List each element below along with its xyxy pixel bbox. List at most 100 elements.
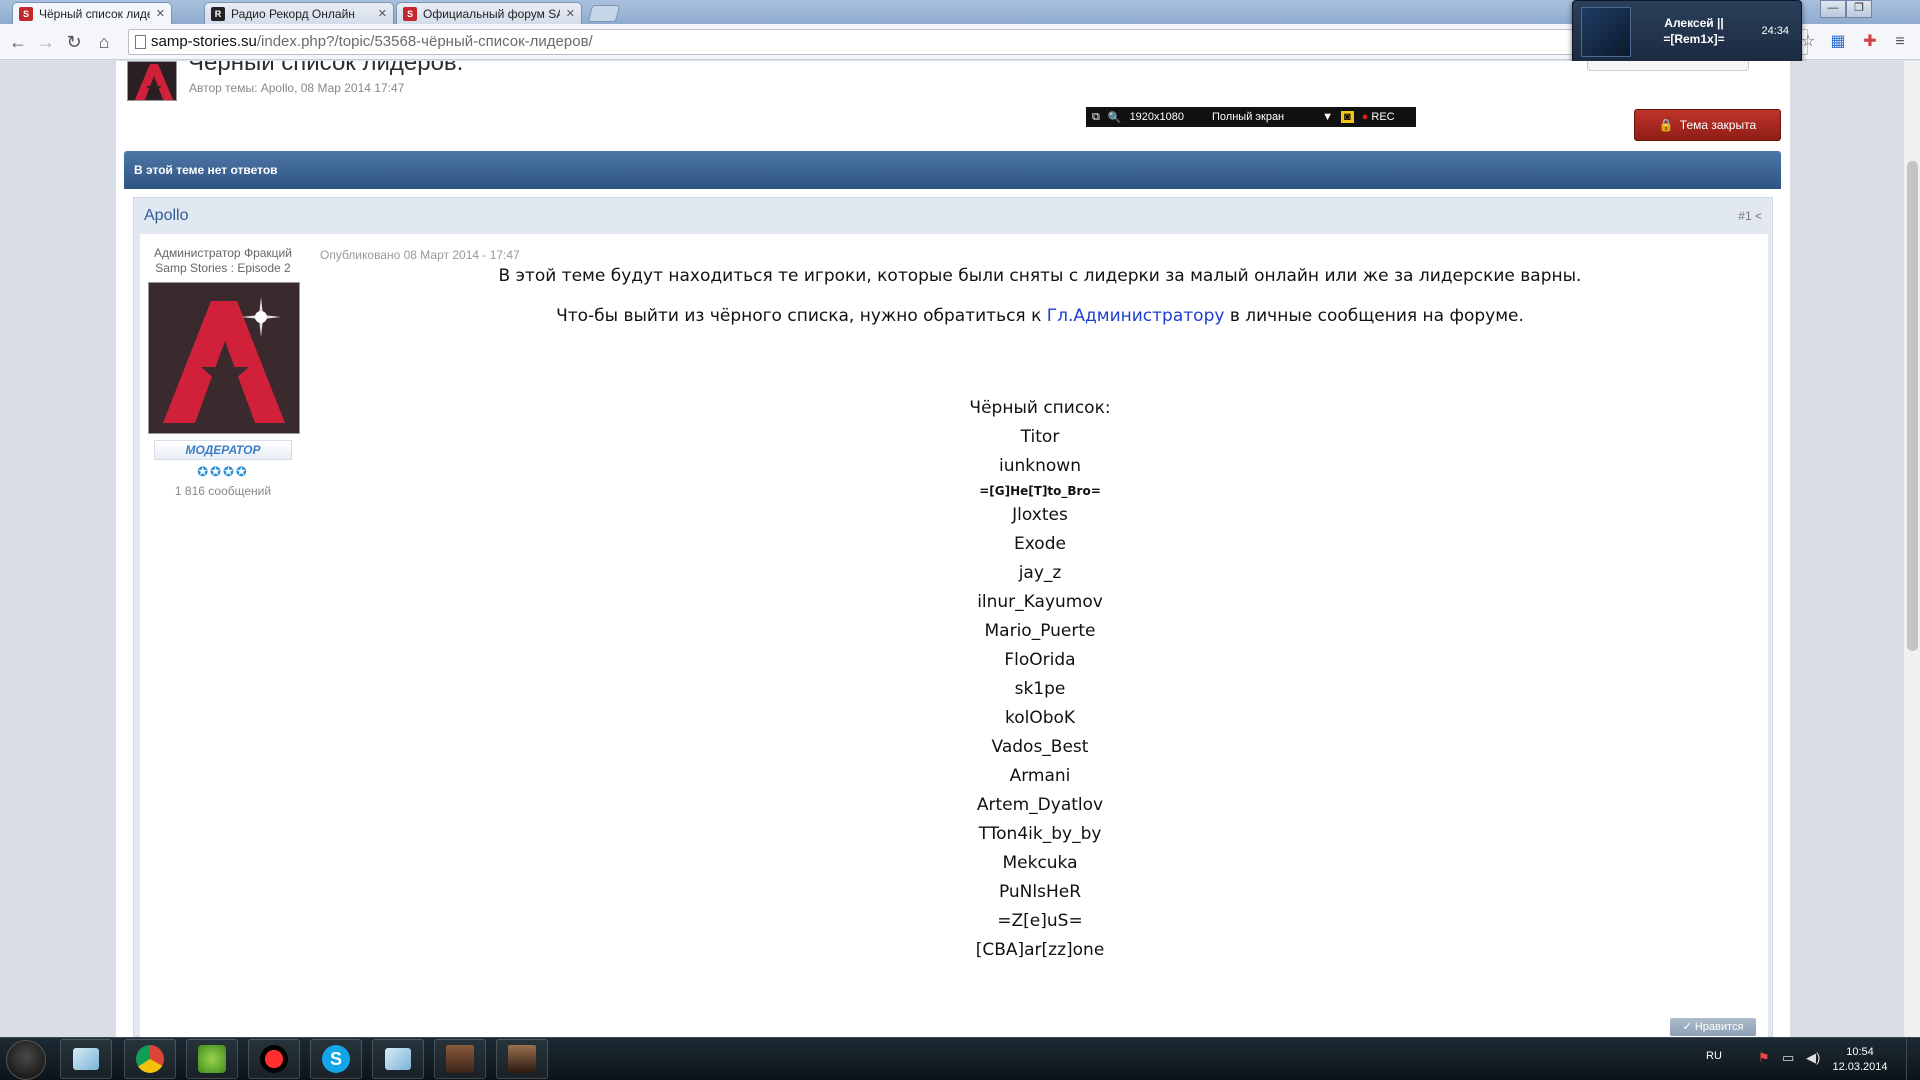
rank-stars-icon: ✪✪✪✪ [197, 464, 249, 479]
follow-button[interactable] [1587, 61, 1749, 71]
taskbar-app-recorder[interactable] [248, 1039, 300, 1079]
taskbar-app-folder[interactable] [372, 1039, 424, 1079]
post-header: Apollo #1 < [134, 198, 1774, 234]
author-info-column: Администратор Фракций Samp Stories : Epi… [148, 246, 300, 498]
language-indicator[interactable]: RU [1706, 1050, 1722, 1062]
messenger-icon [198, 1045, 226, 1073]
blacklist-item: kolOboK [1004, 708, 1076, 728]
blacklist-item: Armani [1009, 766, 1071, 786]
system-clock[interactable]: 10:54 12.03.2014 [1830, 1045, 1890, 1075]
blacklist-item: Jloxtes [1012, 505, 1068, 525]
extension-icon[interactable]: ✚ [1860, 32, 1880, 52]
forward-arrow-icon[interactable]: → [34, 30, 58, 54]
window-icon[interactable]: ⧉ [1092, 111, 1100, 124]
blacklist-item: Exode [1014, 534, 1066, 554]
forum-post: Apollo #1 < Администратор Фракций Samp S… [133, 197, 1773, 1037]
scrollbar-thumb[interactable] [1907, 161, 1918, 651]
like-button[interactable]: ✓ Нравится [1670, 1018, 1756, 1036]
start-button[interactable] [6, 1040, 46, 1080]
page-scrollbar[interactable] [1903, 61, 1920, 1037]
chevron-down-icon[interactable]: ▼ [1322, 111, 1333, 123]
samp-stories-favicon-icon: S [19, 6, 33, 21]
tab-label: Радио Рекорд Онлайн [231, 6, 355, 21]
taskbar-app-skype[interactable]: S [310, 1039, 362, 1079]
share-icon[interactable]: < [1755, 209, 1762, 223]
reload-icon[interactable]: ↻ [62, 30, 86, 54]
address-bar[interactable]: samp-stories.su/index.php?/topic/53568-ч… [128, 29, 1808, 55]
record-label: REC [1371, 111, 1395, 123]
close-tab-icon[interactable]: ✕ [566, 7, 575, 20]
maximize-button[interactable]: ❐ [1846, 0, 1872, 18]
volume-icon[interactable]: ◀) [1806, 1050, 1820, 1066]
author-avatar[interactable] [148, 282, 300, 434]
zoom-icon[interactable]: 🔍 [1108, 111, 1122, 124]
blacklist: Titor iunknown =[G]He[T]to_Bro= Jloxtes … [320, 423, 1760, 965]
taskbar-app-gta[interactable] [434, 1039, 486, 1079]
record-button[interactable]: ● REC [1362, 111, 1395, 123]
blacklist-heading: Чёрный список: [969, 398, 1111, 418]
blacklist-item: Vados_Best [991, 737, 1089, 757]
topic-author-avatar[interactable] [127, 61, 177, 101]
post-text-segment: Что-бы выйти из чёрного списка, нужно об… [556, 306, 1047, 326]
blacklist-item: =[G]He[T]to_Bro= [979, 484, 1101, 498]
topic-locked-label: Тема закрыта [1679, 118, 1757, 132]
minimize-button[interactable]: — [1820, 0, 1846, 18]
topic-meta: Автор темы: Apollo, 08 Мар 2014 17:47 [189, 81, 405, 95]
post-number[interactable]: #1 < [1738, 209, 1762, 223]
clock-date: 12.03.2014 [1832, 1061, 1888, 1073]
show-desktop-button[interactable] [1906, 1038, 1920, 1080]
blacklist-item: sk1pe [1014, 679, 1066, 699]
url-host: samp-stories.su [151, 33, 257, 50]
apps-grid-icon[interactable]: ▦ [1828, 32, 1848, 52]
taskbar-app-chrome[interactable] [124, 1039, 176, 1079]
role-badge: МОДЕРАТОР [154, 440, 292, 460]
radio-record-favicon-icon: R [211, 6, 225, 21]
flag-icon[interactable]: ⚑ [1758, 1050, 1770, 1066]
game-icon [446, 1045, 474, 1073]
contact-name-line1: Алексей || [1664, 16, 1724, 30]
post-author-link[interactable]: Apollo [144, 207, 188, 225]
tab-blacklist[interactable]: S Чёрный список лидеров ✕ [12, 2, 172, 24]
blacklist-item: iunknown [999, 456, 1081, 476]
taskbar-app-icq[interactable] [186, 1039, 238, 1079]
contact-avatar [1581, 7, 1631, 57]
post-date: Опубликовано 08 Март 2014 - 17:47 [320, 248, 520, 262]
menu-icon[interactable]: ≡ [1890, 32, 1910, 52]
back-arrow-icon[interactable]: ← [6, 30, 30, 54]
topic-title: Чёрный список лидеров. [188, 61, 464, 76]
url-path: /index.php?/topic/53568-чёрный-список-ли… [256, 33, 593, 50]
blacklist-item: Mekcuka [1002, 853, 1078, 873]
new-tab-button[interactable] [587, 5, 621, 22]
network-icon[interactable]: ▭ [1782, 1050, 1794, 1066]
blacklist-item: Titor [1020, 427, 1060, 447]
author-subtitle: Samp Stories : Episode 2 [155, 261, 291, 275]
taskbar-app-explorer[interactable] [60, 1039, 112, 1079]
skype-notification-popup[interactable]: Алексей || =[Rem1x]= 24:34 [1572, 0, 1802, 64]
home-icon[interactable]: ⌂ [92, 30, 116, 54]
topic-locked-button[interactable]: 🔒 Тема закрыта [1634, 109, 1781, 141]
blacklist-item: jay_z [1018, 563, 1062, 583]
tab-label: Чёрный список лидеров [39, 6, 150, 21]
close-tab-icon[interactable]: ✕ [378, 7, 387, 20]
taskbar-app-samp[interactable] [496, 1039, 548, 1079]
page-icon [135, 35, 146, 49]
close-tab-icon[interactable]: ✕ [156, 7, 165, 20]
post-text-segment: в личные сообщения на форуме. [1224, 306, 1524, 326]
camera-icon[interactable]: ◙ [1341, 111, 1354, 123]
tab-official-forum[interactable]: S Официальный форум SA ✕ [396, 2, 582, 24]
tab-label: Официальный форум SA [423, 6, 560, 21]
blacklist-item: Artem_Dyatlov [976, 795, 1104, 815]
tab-radio-record[interactable]: R Радио Рекорд Онлайн ✕ [204, 2, 394, 24]
lock-icon: 🔒 [1658, 118, 1674, 132]
blacklist-item: ilnur_Kayumov [977, 592, 1103, 612]
head-admin-link[interactable]: Гл.Администратору [1047, 306, 1225, 326]
author-title: Администратор Фракций [154, 246, 292, 260]
record-icon [260, 1045, 288, 1073]
skype-icon: S [322, 1045, 350, 1073]
blacklist-item: PuNlsHeR [998, 882, 1082, 902]
no-replies-banner: В этой теме нет ответов [124, 151, 1781, 189]
recorder-mode[interactable]: Полный экран [1212, 111, 1284, 123]
post-number-label: #1 [1738, 209, 1752, 223]
record-dot-icon: ● [1361, 111, 1369, 123]
screen-recorder-bar[interactable]: ⧉ 🔍 1920x1080 Полный экран ▼ ◙ ● REC [1086, 107, 1416, 127]
